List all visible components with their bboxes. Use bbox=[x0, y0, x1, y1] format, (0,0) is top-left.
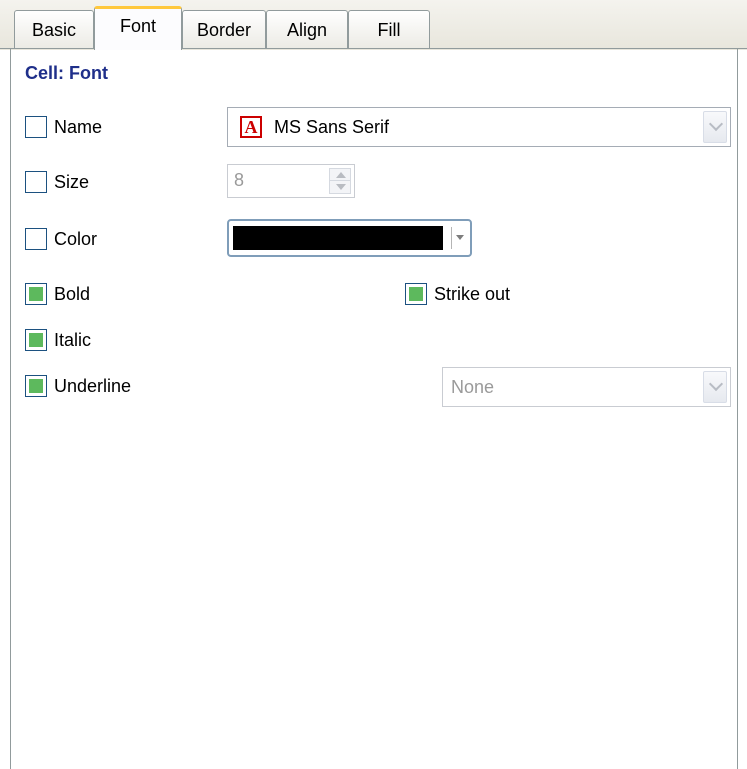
color-separator bbox=[451, 227, 452, 249]
tab-align-label: Align bbox=[286, 20, 328, 40]
spinner-buttons bbox=[329, 168, 351, 194]
size-label: Size bbox=[54, 172, 90, 192]
italic-label: Italic bbox=[54, 330, 92, 350]
bold-checkbox[interactable] bbox=[25, 283, 47, 305]
color-swatch bbox=[233, 226, 443, 250]
tab-fill-label: Fill bbox=[377, 20, 401, 40]
page-border-left bbox=[10, 49, 11, 769]
font-name-dropdown[interactable]: A MS Sans Serif bbox=[227, 107, 731, 147]
chevron-down-icon[interactable] bbox=[703, 111, 727, 143]
name-checkbox[interactable] bbox=[25, 116, 47, 138]
underline-checkbox[interactable] bbox=[25, 375, 47, 397]
color-label: Color bbox=[54, 229, 98, 249]
name-label: Name bbox=[54, 117, 103, 137]
size-checkbox[interactable] bbox=[25, 171, 47, 193]
tab-border[interactable]: Border bbox=[182, 10, 266, 48]
chevron-down-icon[interactable] bbox=[703, 371, 727, 403]
tab-font-label: Font bbox=[119, 16, 157, 36]
spin-down-icon[interactable] bbox=[329, 180, 351, 194]
italic-checkbox[interactable] bbox=[25, 329, 47, 351]
color-picker[interactable] bbox=[227, 219, 472, 257]
page-border-right bbox=[737, 49, 738, 769]
font-name-value: MS Sans Serif bbox=[274, 117, 390, 137]
font-size-value: 8 bbox=[234, 170, 245, 190]
strike-out-checkbox[interactable] bbox=[405, 283, 427, 305]
section-heading: Cell: Font bbox=[25, 63, 108, 83]
underline-style-dropdown[interactable]: None bbox=[442, 367, 731, 407]
bold-label: Bold bbox=[54, 284, 91, 304]
strike-out-label: Strike out bbox=[434, 284, 511, 304]
tab-font[interactable]: Font bbox=[94, 6, 182, 50]
tab-border-label: Border bbox=[196, 20, 252, 40]
color-checkbox[interactable] bbox=[25, 228, 47, 250]
underline-label: Underline bbox=[54, 376, 132, 396]
underline-style-value: None bbox=[451, 377, 495, 397]
dropdown-arrow-icon[interactable] bbox=[456, 235, 464, 240]
tab-basic[interactable]: Basic bbox=[14, 10, 94, 48]
tab-align[interactable]: Align bbox=[266, 10, 348, 48]
font-icon: A bbox=[240, 116, 262, 138]
font-size-spinner[interactable]: 8 bbox=[227, 164, 355, 198]
tab-basic-label: Basic bbox=[31, 20, 76, 40]
tab-fill[interactable]: Fill bbox=[348, 10, 430, 48]
